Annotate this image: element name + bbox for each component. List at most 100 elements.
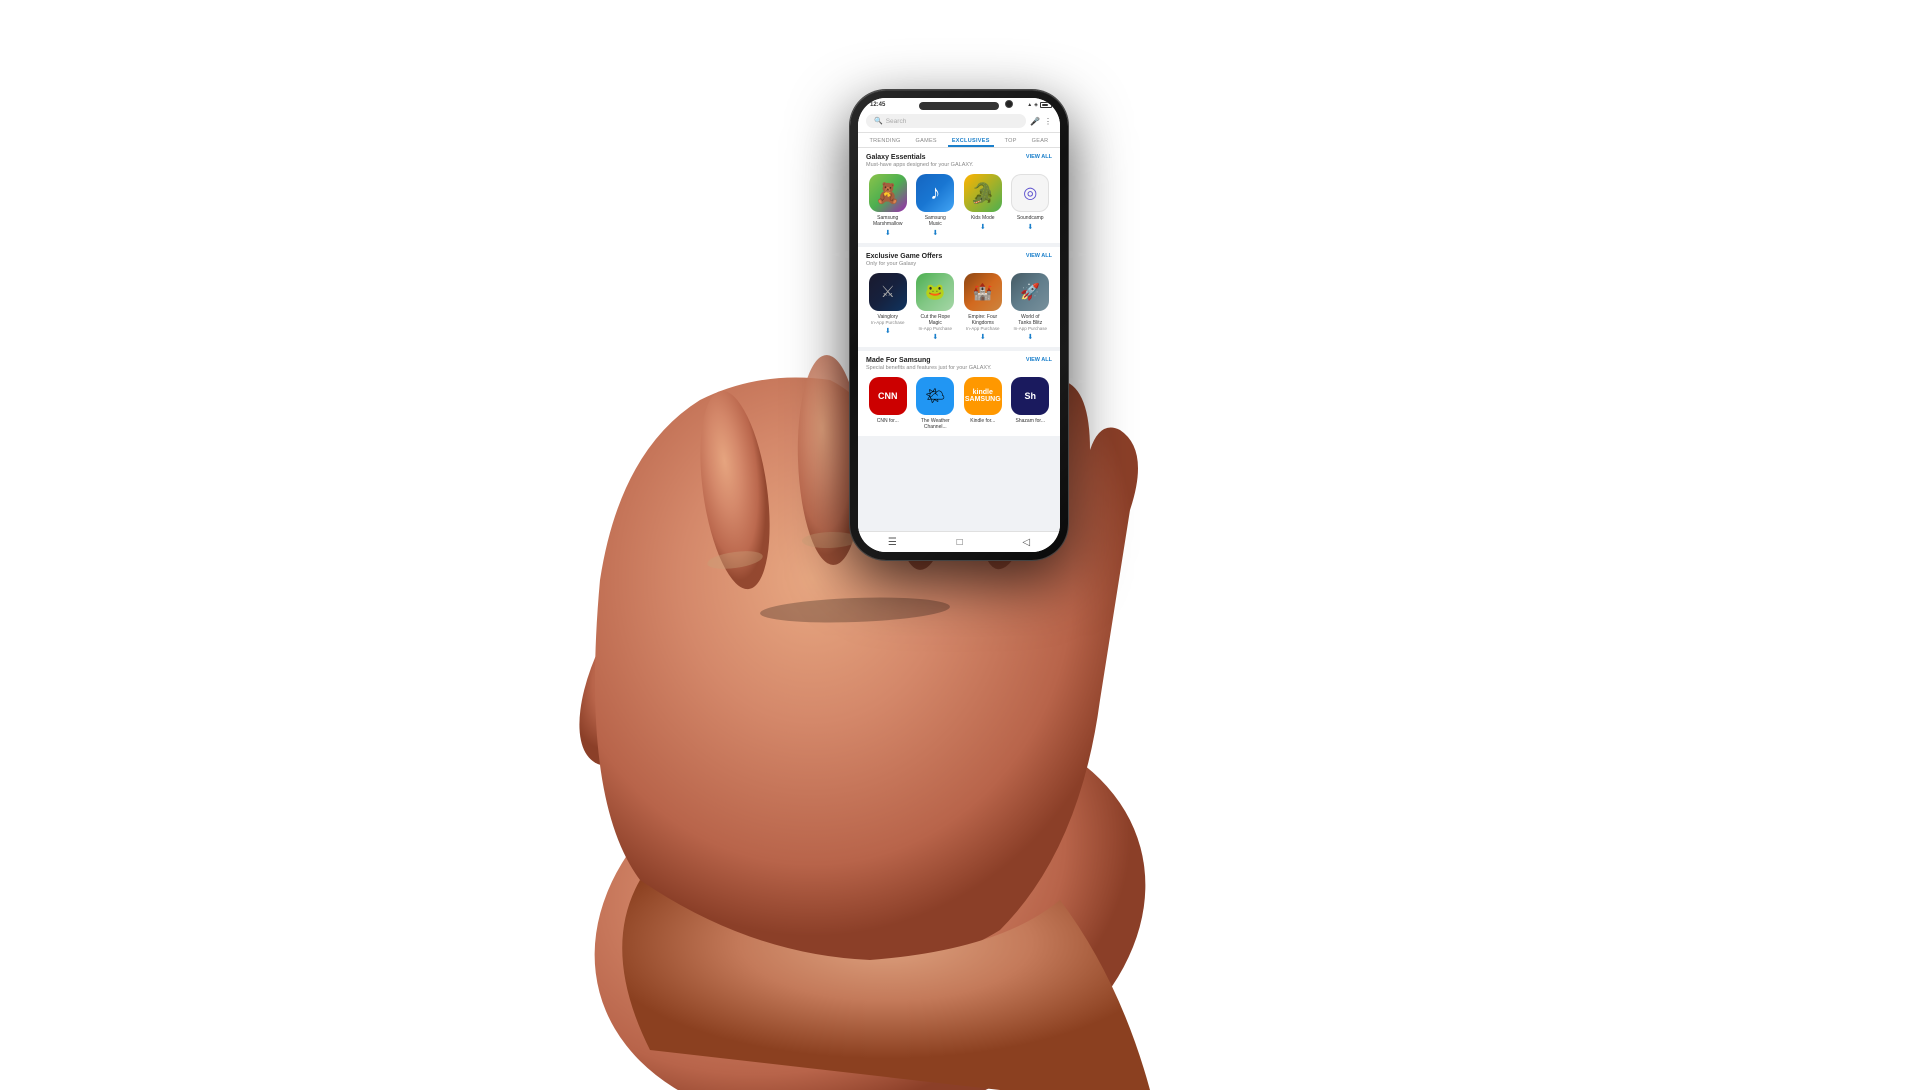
screen-content: 12:45 ▲ ◈ 🔍 Search 🎤 [858,98,1060,552]
bottom-nav: ☰ □ ◁ [858,531,1060,552]
download-icon-empire[interactable]: ⬇ [980,333,986,341]
app-name-weather: The WeatherChannel... [921,418,950,430]
tab-trending[interactable]: TRENDING [865,133,904,147]
section-subtitle-games: Only for your Galaxy [866,261,942,267]
nav-tabs: TRENDING GAMES EXCLUSIVES TOP GEAR [858,133,1060,148]
download-icon-kids[interactable]: ⬇ [980,223,986,231]
more-options-icon[interactable]: ⋮ [1044,117,1052,126]
app-icon-kindle: kindleSAMSUNG [964,377,1002,415]
section-info-essentials: Galaxy Essentials Must-have apps designe… [866,154,974,168]
app-icon-music: ♪ [916,174,954,212]
app-item-music[interactable]: ♪ SamsungMusic ⬇ [914,174,958,237]
download-icon-soundcamp[interactable]: ⬇ [1027,223,1033,231]
phone-device: 12:45 ▲ ◈ 🔍 Search 🎤 [850,90,1068,560]
phone-speaker [919,102,999,110]
section-header-games: Exclusive Game Offers Only for your Gala… [866,253,1052,267]
app-item-shazam[interactable]: Sh Shazam for... [1009,377,1053,430]
status-time: 12:45 [870,102,885,108]
download-icon-marshmallow[interactable]: ⬇ [885,229,891,237]
app-name-empire: Empire: FourKingdoms [968,314,997,326]
app-name-kindle: Kindle for... [970,418,995,424]
section-title-samsung: Made For Samsung [866,357,992,364]
tab-gear[interactable]: GEAR [1028,133,1053,147]
phone-shell: 12:45 ▲ ◈ 🔍 Search 🎤 [850,90,1068,560]
download-icon-vainglory[interactable]: ⬇ [885,327,891,335]
download-icon-music[interactable]: ⬇ [932,229,938,237]
search-placeholder: Search [886,118,907,125]
battery-icon [1040,102,1052,108]
section-header-essentials: Galaxy Essentials Must-have apps designe… [866,154,1052,168]
app-item-empire[interactable]: 🏰 Empire: FourKingdoms In-App Purchase ⬇ [961,273,1005,341]
wifi-icon: ◈ [1034,102,1038,108]
section-header-samsung: Made For Samsung Special benefits and fe… [866,357,1052,371]
app-name-rope: Cut the RopeMagic [921,314,950,326]
app-item-kids[interactable]: 🐊 Kids Mode ⬇ [961,174,1005,237]
app-item-cnn[interactable]: CNN CNN for... [866,377,910,430]
app-item-marshmallow[interactable]: 🧸 SamsungMarshmallow ⬇ [866,174,910,237]
made-for-samsung-section: Made For Samsung Special benefits and fe… [858,351,1060,436]
game-offers-section: Exclusive Game Offers Only for your Gala… [858,247,1060,347]
kindle-label: kindleSAMSUNG [965,389,1001,403]
main-scroll-area[interactable]: Galaxy Essentials Must-have apps designe… [858,148,1060,531]
phone-screen: 12:45 ▲ ◈ 🔍 Search 🎤 [858,98,1060,552]
app-item-rope[interactable]: 🐸 Cut the RopeMagic In-App Purchase ⬇ [914,273,958,341]
app-icon-empire: 🏰 [964,273,1002,311]
app-sub-rope: In-App Purchase [918,326,952,331]
nav-home-button[interactable]: □ [957,537,963,548]
galaxy-essentials-section: Galaxy Essentials Must-have apps designe… [858,148,1060,243]
app-sub-empire: In-App Purchase [966,326,1000,331]
tab-games[interactable]: GAMES [912,133,941,147]
app-name-shazam: Shazam for... [1016,418,1045,424]
app-icon-soundcamp: ◎ [1011,174,1049,212]
battery-fill [1042,104,1048,106]
essentials-app-grid: 🧸 SamsungMarshmallow ⬇ ♪ SamsungMusic [866,174,1052,237]
app-icon-marshmallow: 🧸 [869,174,907,212]
phone-camera [1005,100,1013,108]
app-icon-weather: 🌤 [916,377,954,415]
app-icon-vainglory: ⚔ [869,273,907,311]
nav-recents-button[interactable]: ☰ [888,537,897,548]
app-sub-vainglory: In-App Purchase [871,320,905,325]
app-name-marshmallow: SamsungMarshmallow [873,215,902,227]
app-item-weather[interactable]: 🌤 The WeatherChannel... [914,377,958,430]
nav-back-button[interactable]: ◁ [1022,537,1030,548]
search-icon: 🔍 [874,117,883,125]
section-info-samsung: Made For Samsung Special benefits and fe… [866,357,992,371]
tab-top[interactable]: TOP [1001,133,1021,147]
search-bar[interactable]: 🔍 Search 🎤 ⋮ [858,110,1060,133]
download-icon-tanks[interactable]: ⬇ [1027,333,1033,341]
section-subtitle-samsung: Special benefits and features just for y… [866,365,992,371]
download-icon-rope[interactable]: ⬇ [932,333,938,341]
cnn-label: CNN [878,392,898,401]
section-title-games: Exclusive Game Offers [866,253,942,260]
samsung-app-grid: CNN CNN for... 🌤 The WeatherChannel... [866,377,1052,430]
app-name-music: SamsungMusic [925,215,946,227]
games-app-grid: ⚔ Vainglory In-App Purchase ⬇ 🐸 [866,273,1052,341]
app-name-soundcamp: Soundcamp [1017,215,1044,221]
app-icon-kids: 🐊 [964,174,1002,212]
tab-exclusives[interactable]: EXCLUSIVES [948,133,994,147]
view-all-essentials[interactable]: VIEW ALL [1026,154,1052,160]
mic-icon[interactable]: 🎤 [1030,117,1040,126]
shazam-label: Sh [1024,392,1036,401]
app-item-soundcamp[interactable]: ◎ Soundcamp ⬇ [1009,174,1053,237]
signal-icon: ▲ [1027,102,1032,108]
app-icon-tanks: 🚀 [1011,273,1049,311]
app-icon-cnn: CNN [869,377,907,415]
status-icons: ▲ ◈ [1027,102,1052,108]
app-icon-rope: 🐸 [916,273,954,311]
search-input-area[interactable]: 🔍 Search [866,114,1026,128]
view-all-games[interactable]: VIEW ALL [1026,253,1052,259]
app-item-vainglory[interactable]: ⚔ Vainglory In-App Purchase ⬇ [866,273,910,341]
app-name-kids: Kids Mode [971,215,995,221]
section-info-games: Exclusive Game Offers Only for your Gala… [866,253,942,267]
section-subtitle-essentials: Must-have apps designed for your GALAXY. [866,162,974,168]
app-sub-tanks: In-App Purchase [1013,326,1047,331]
app-item-tanks[interactable]: 🚀 World ofTanks Blitz In-App Purchase ⬇ [1009,273,1053,341]
app-item-kindle[interactable]: kindleSAMSUNG Kindle for... [961,377,1005,430]
app-name-cnn: CNN for... [877,418,899,424]
view-all-samsung[interactable]: VIEW ALL [1026,357,1052,363]
app-icon-shazam: Sh [1011,377,1049,415]
app-name-tanks: World ofTanks Blitz [1018,314,1042,326]
section-title-essentials: Galaxy Essentials [866,154,974,161]
